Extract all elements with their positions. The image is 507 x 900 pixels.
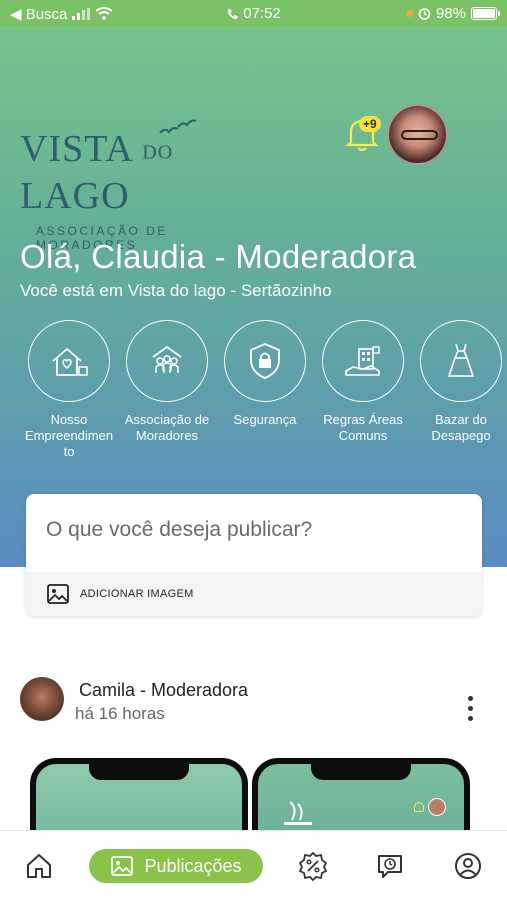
add-image-button[interactable]: ADICIONAR IMAGEM [26,572,482,616]
image-icon [47,584,69,604]
greeting-title: Olá, Claudia - Moderadora [20,238,417,275]
shortcut-label: Nosso Empreendimen to [24,412,114,459]
status-time: 07:52 [226,5,281,22]
status-bar: ◀ Busca 07:52 98% [0,0,507,27]
mini-bell-icon [414,802,424,812]
shortcut-circle [420,320,502,402]
shortcut-label: Segurança [233,412,297,427]
dress-icon [447,343,475,377]
people-group-icon [152,345,182,373]
shortcut-associacao[interactable]: Associação de Moradores [118,320,216,444]
user-avatar[interactable] [387,104,448,165]
home-icon [27,854,51,878]
status-right: 98% [405,5,500,22]
shortcut-bazar[interactable]: Bazar do Desapego [412,320,507,444]
nav-profile[interactable] [451,849,485,883]
bottom-navigation: Publicações [0,830,507,900]
nav-home[interactable] [22,849,56,883]
profile-icon [455,853,481,879]
logo-word-lago: LAGO [20,175,130,218]
vista-do-lago-logo: VISTA DO LAGO ASSOCIAÇÃO DE MORADORES [20,119,270,252]
shortcut-circle [28,320,110,402]
shortcut-label: Regras Áreas Comuns [323,412,403,443]
message-clock-icon [378,855,402,878]
battery-percent: 98% [435,5,466,22]
wifi-icon [95,7,114,20]
clock-text: 07:52 [243,5,281,22]
post-author-name[interactable]: Camila - Moderadora [79,680,248,701]
birds-icon [159,119,197,134]
phone-mockup-left [30,758,248,838]
logo-word-vista: VISTA [20,128,132,170]
location-text: Você está em Vista do lago - Sertãozinho [20,281,332,300]
notification-badge: +9 [359,116,381,132]
phone-call-icon [227,8,238,19]
shield-lock-icon [250,343,280,379]
phone-mockup-right [252,758,470,838]
image-icon [111,856,134,876]
shortcut-nosso-empreendimento[interactable]: Nosso Empreendimen to [20,320,118,460]
logo-title: VISTA DO LAGO [20,127,270,218]
discount-badge-icon [298,851,328,881]
signal-icon [72,7,91,20]
more-options-icon[interactable] [462,696,478,726]
back-to-search-link[interactable]: ◀ Busca [10,5,67,23]
nav-publicacoes[interactable]: Publicações [89,849,263,883]
orange-dot-icon [405,10,413,17]
nav-discounts[interactable] [296,849,330,883]
nav-publicacoes-label: Publicações [144,855,242,876]
shortcuts-carousel[interactable]: Nosso Empreendimen to Associação de Mora… [0,320,507,470]
shortcut-label: Bazar do Desapego [431,412,491,443]
add-image-label: ADICIONAR IMAGEM [80,588,194,600]
post-timestamp: há 16 horas [75,704,165,723]
logo-mini-icon [284,801,312,825]
shortcut-circle [322,320,404,402]
shortcut-circle [224,320,306,402]
shortcut-seguranca[interactable]: Segurança [216,320,314,428]
battery-icon [471,7,500,20]
shortcut-regras[interactable]: Regras Áreas Comuns [314,320,412,444]
post-author-avatar[interactable] [20,677,64,721]
composer-prompt[interactable]: O que você deseja publicar? [46,518,312,542]
status-left: ◀ Busca [10,5,114,23]
nav-history[interactable] [373,849,407,883]
mini-avatar [428,798,446,816]
shortcut-circle [126,320,208,402]
alarm-icon [418,8,431,20]
house-heart-icon [52,347,88,376]
post-composer[interactable]: O que você deseja publicar? ADICIONAR IM… [26,494,482,616]
shortcut-label: Associação de Moradores [124,412,210,443]
hand-building-icon [345,346,380,376]
logo-word-do: DO [142,141,174,164]
post-image[interactable] [30,758,480,838]
